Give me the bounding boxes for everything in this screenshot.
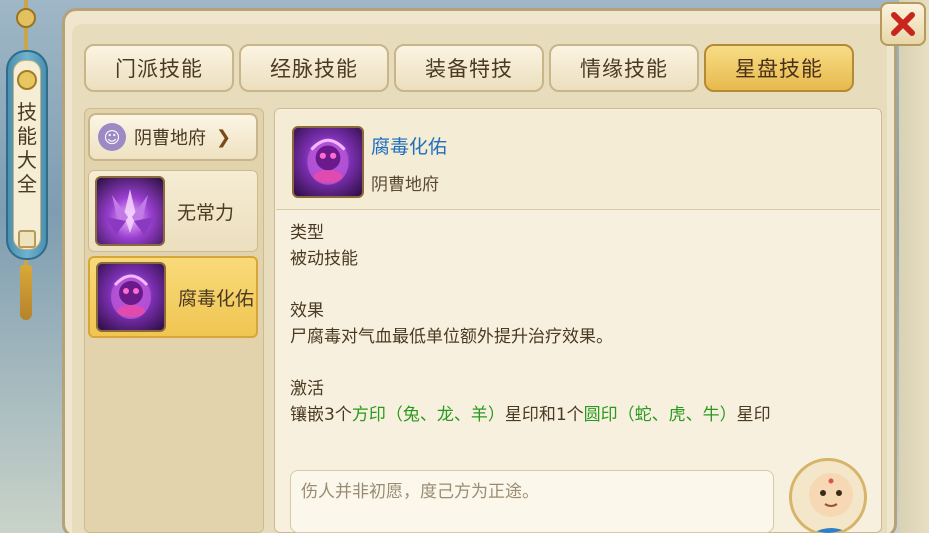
- school-dropdown[interactable]: ☺ 阴曹地府 ❯: [88, 113, 258, 161]
- tab-meridian-skills[interactable]: 经脉技能: [239, 44, 389, 92]
- scroll-knob-icon: [16, 8, 36, 28]
- activate-text-3: 星印: [736, 405, 771, 425]
- npc-quote-bubble: 伤人并非初愿，度己方为正途。: [290, 470, 774, 533]
- tab-equipment-skills[interactable]: 装备特技: [394, 44, 544, 92]
- effect-heading: 效果: [290, 301, 324, 321]
- close-button[interactable]: [880, 2, 926, 46]
- list-item-skill-fuduhuayou[interactable]: 腐毒化佑: [88, 256, 258, 338]
- list-item-skill-wuchangli[interactable]: 无常力: [88, 170, 258, 252]
- activate-text-2: 星印和1个: [504, 405, 584, 425]
- tab-school-skills[interactable]: 门派技能: [84, 44, 234, 92]
- skill-name: 腐毒化佑: [371, 136, 448, 158]
- tab-star-chart-skills[interactable]: 星盘技能: [704, 44, 854, 92]
- school-dropdown-value: 阴曹地府: [134, 128, 206, 149]
- skill-detail-header: [276, 110, 880, 210]
- background-right-strip: [899, 0, 929, 533]
- list-item-label: 无常力: [177, 201, 235, 224]
- ghost-face-icon: ☺: [98, 123, 126, 151]
- side-scroll: 技能大全: [0, 0, 52, 533]
- tassel-icon: [20, 265, 32, 320]
- skill-school: 阴曹地府: [371, 175, 439, 195]
- chevron-down-icon: ❯: [216, 126, 232, 148]
- type-value: 被动技能: [290, 249, 358, 269]
- ghost-purple-skill-icon: [96, 262, 166, 332]
- activate-heading: 激活: [290, 379, 324, 399]
- type-heading: 类型: [290, 223, 324, 243]
- activate-text-1: 镶嵌3个: [290, 405, 352, 425]
- coin-icon: [17, 70, 37, 90]
- tab-bond-skills[interactable]: 情缘技能: [549, 44, 699, 92]
- ghost-purple-skill-icon: [292, 126, 364, 198]
- activate-value: 镶嵌3个方印（兔、龙、羊）星印和1个圆印（蛇、虎、牛）星印: [290, 402, 771, 428]
- spiky-purple-skill-icon: [95, 176, 165, 246]
- scroll-title: 技能大全: [17, 100, 37, 196]
- activate-square-seal: 方印（兔、龙、羊）: [351, 405, 505, 425]
- list-item-label: 腐毒化佑: [178, 287, 255, 310]
- effect-value: 尸腐毒对气血最低单位额外提升治疗效果。: [290, 327, 613, 347]
- npc-avatar: [789, 458, 867, 533]
- activate-round-seal: 圆印（蛇、虎、牛）: [583, 405, 737, 425]
- seal-icon: [18, 230, 36, 248]
- close-icon: [891, 12, 915, 36]
